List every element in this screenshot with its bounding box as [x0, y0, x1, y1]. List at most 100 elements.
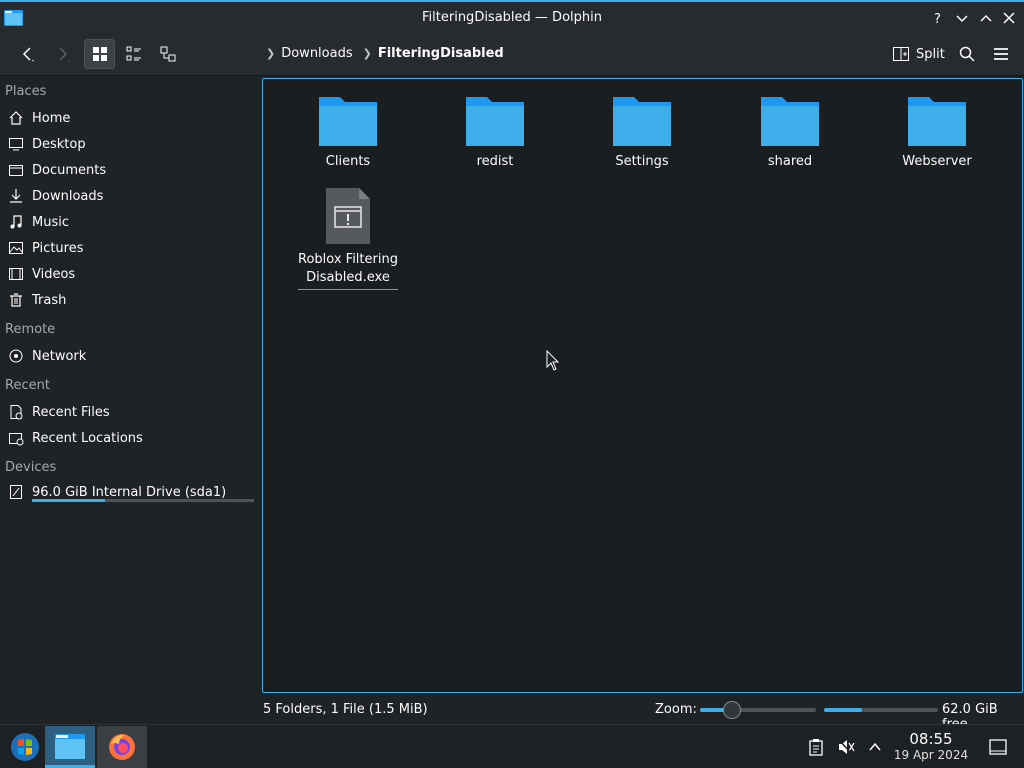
breadcrumb-separator[interactable]: ❯ [266, 47, 275, 60]
details-view-button[interactable] [152, 39, 183, 69]
breadcrumb-separator[interactable]: ❯ [363, 47, 372, 60]
sidebar-item-pictures[interactable]: Pictures [0, 235, 258, 261]
remote-section-title: Remote [5, 322, 56, 337]
drive-icon [10, 485, 22, 499]
back-icon [22, 47, 34, 62]
chevron-up-icon [980, 14, 992, 22]
file-name: Roblox Filtering Disabled.exe [293, 251, 403, 287]
show-desktop-button[interactable] [988, 737, 1008, 757]
grid-view-icon [92, 47, 107, 61]
title-bar[interactable]: FilteringDisabled — Dolphin ? [0, 0, 1024, 34]
system-tray-expand-button[interactable] [865, 737, 885, 757]
start-menu-button[interactable] [0, 726, 50, 768]
sidebar-item-music[interactable]: Music [0, 209, 258, 235]
status-bar: 5 Folders, 1 File (1.5 MiB) Zoom: 62.0 G… [0, 697, 1024, 732]
clock-date: 19 Apr 2024 [893, 748, 969, 762]
videos-icon [9, 268, 23, 280]
search-icon [959, 46, 975, 62]
volume-button[interactable] [836, 737, 856, 757]
places-panel: Places Home Desktop Documents Downloads … [0, 77, 262, 697]
sidebar-item-documents[interactable]: Documents [0, 157, 258, 183]
zoom-slider[interactable] [700, 701, 816, 719]
folder-icon [319, 97, 377, 146]
taskbar-firefox[interactable] [97, 726, 147, 768]
recent-locations-icon [9, 433, 24, 446]
help-button[interactable]: ? [928, 8, 948, 28]
minimize-button[interactable] [952, 8, 972, 28]
compact-view-button[interactable] [118, 39, 149, 69]
sidebar-item-network[interactable]: Network [0, 343, 258, 369]
sidebar-item-videos[interactable]: Videos [0, 261, 258, 287]
folder-item[interactable]: Clients [293, 93, 403, 171]
taskbar-dolphin[interactable] [45, 726, 95, 768]
sidebar-item-recent-locations[interactable]: Recent Locations [0, 425, 258, 451]
taskbar: 08:55 19 Apr 2024 [0, 724, 1024, 768]
maximize-button[interactable] [976, 8, 996, 28]
dolphin-window: FilteringDisabled — Dolphin ? ❯ Download… [0, 0, 1024, 732]
sidebar-item-downloads[interactable]: Downloads [0, 183, 258, 209]
folder-item[interactable]: Settings [587, 93, 697, 171]
zoom-label: Zoom: [655, 702, 697, 717]
file-name: Webserver [902, 154, 972, 169]
file-name-line: Roblox Filtering [298, 252, 398, 267]
file-item[interactable]: Roblox Filtering Disabled.exe [293, 187, 403, 290]
status-summary: 5 Folders, 1 File (1.5 MiB) [263, 702, 428, 717]
menu-button[interactable] [988, 39, 1014, 69]
free-space-bar [824, 708, 938, 712]
executable-icon [326, 188, 370, 244]
breadcrumb: ❯ Downloads ❯ FilteringDisabled [262, 46, 504, 61]
sidebar-item-home[interactable]: Home [0, 105, 258, 131]
split-label: Split [916, 46, 945, 62]
folder-icon [466, 97, 524, 146]
sidebar-item-desktop[interactable]: Desktop [0, 131, 258, 157]
start-menu-icon [11, 733, 39, 761]
icons-view-button[interactable] [84, 39, 115, 69]
sidebar-item-label: 96.0 GiB Internal Drive (sda1) [32, 484, 227, 500]
sidebar-item-label: Pictures [32, 240, 84, 256]
digital-clock[interactable]: 08:55 19 Apr 2024 [890, 731, 972, 763]
back-button[interactable] [10, 39, 44, 69]
folder-item[interactable]: Webserver [882, 93, 992, 171]
network-icon [9, 349, 23, 363]
sidebar-item-label: Home [32, 110, 71, 126]
home-icon [9, 111, 23, 125]
forward-button[interactable] [46, 39, 80, 69]
recent-files-icon [10, 405, 23, 420]
folder-item[interactable]: shared [735, 93, 845, 171]
documents-icon [9, 165, 23, 176]
clipboard-button[interactable] [806, 737, 826, 757]
breadcrumb-current[interactable]: FilteringDisabled [378, 46, 504, 61]
file-name: redist [476, 154, 514, 169]
file-view[interactable]: Clients redist Settings shared Webserver… [262, 78, 1023, 693]
search-button[interactable] [954, 39, 980, 69]
help-icon: ? [934, 12, 941, 25]
folder-icon [761, 97, 819, 146]
sidebar-item-label: Documents [32, 162, 107, 178]
compact-view-icon [126, 46, 141, 61]
file-name-line: Disabled.exe [306, 270, 390, 285]
sidebar-item-label: Downloads [32, 188, 104, 204]
chevron-down-icon [956, 15, 968, 23]
selection-underline [298, 289, 398, 290]
close-button[interactable] [999, 8, 1019, 28]
split-icon [893, 47, 909, 61]
chevron-up-icon [869, 742, 881, 751]
zoom-slider-handle[interactable] [723, 701, 742, 719]
sidebar-item-label: Recent Locations [32, 430, 143, 446]
sidebar-item-recent-files[interactable]: Recent Files [0, 399, 258, 425]
firefox-icon [109, 734, 135, 760]
toolbar: ❯ Downloads ❯ FilteringDisabled Split [0, 34, 1024, 76]
breadcrumb-downloads[interactable]: Downloads [281, 46, 352, 61]
show-desktop-icon [989, 739, 1007, 755]
details-view-icon [160, 46, 175, 62]
folder-icon [908, 97, 966, 146]
mouse-cursor-icon [546, 350, 560, 371]
folder-item[interactable]: redist [440, 93, 550, 171]
music-icon [10, 215, 22, 229]
split-button[interactable]: Split [888, 40, 949, 68]
downloads-icon [10, 189, 22, 203]
sidebar-item-trash[interactable]: Trash [0, 287, 258, 313]
drive-usage-bar [32, 499, 254, 502]
file-name: Clients [325, 154, 371, 169]
sidebar-item-label: Trash [32, 292, 67, 308]
